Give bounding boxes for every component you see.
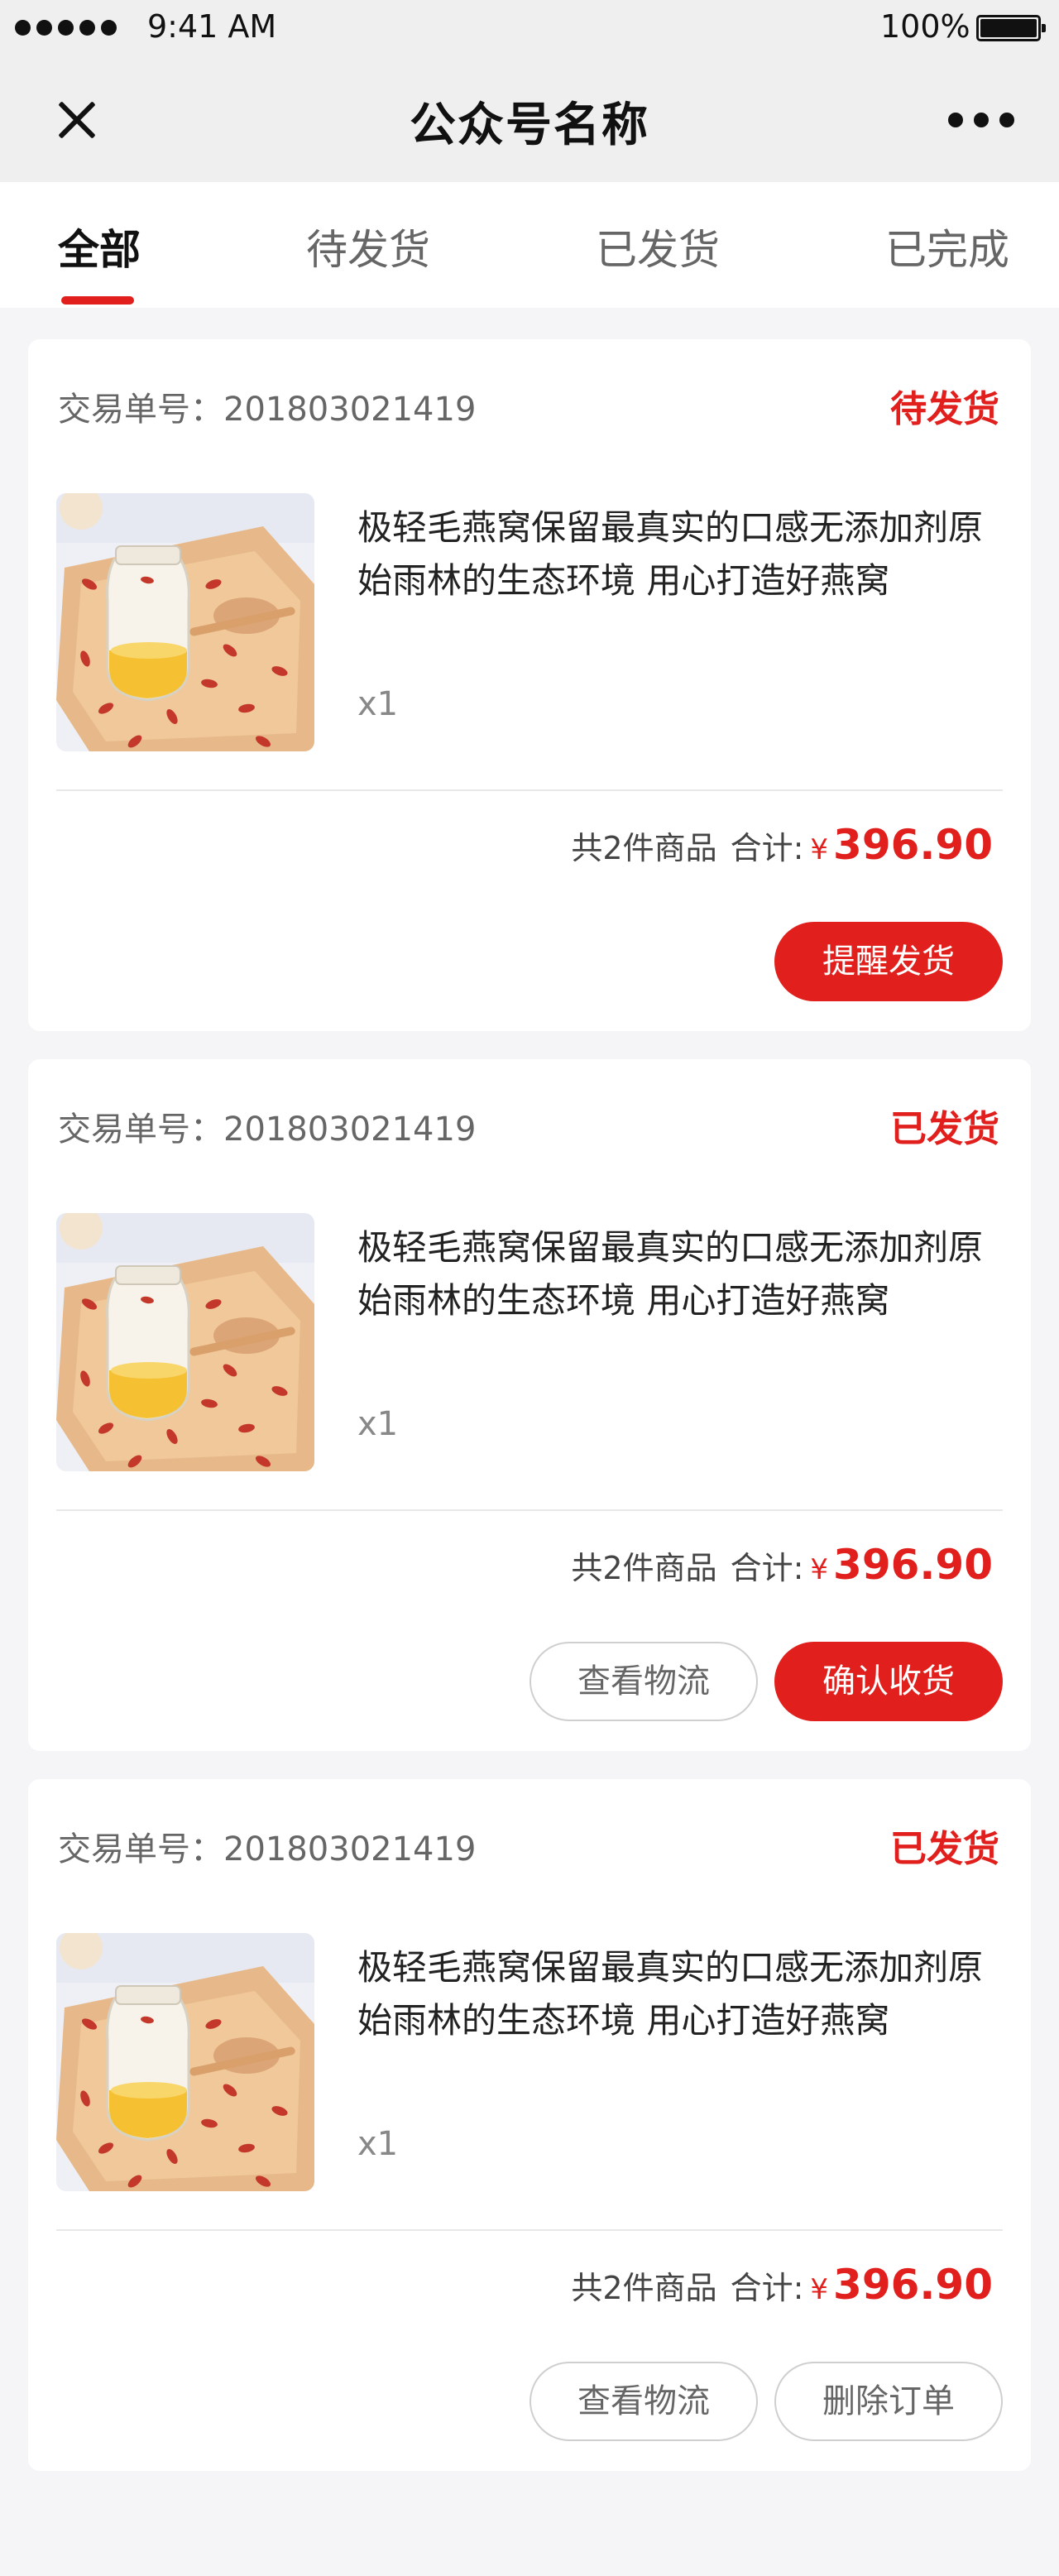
total-amount: 396.90: [833, 2261, 993, 2309]
order-tabs: 全部 待发货 已发货 已完成: [0, 182, 1059, 308]
tab-pending-shipment[interactable]: 待发货: [306, 217, 430, 276]
product-image[interactable]: [56, 493, 314, 751]
product-title[interactable]: 极轻毛燕窝保留最真实的口感无添加剂原始雨林的生态环境 用心打造好燕窝: [357, 501, 1011, 607]
product-image[interactable]: [56, 1933, 314, 2191]
order-summary: 共2件商品 合计: ¥ 396.90: [571, 1541, 993, 1589]
active-tab-indicator: [61, 296, 134, 305]
delete-order-button[interactable]: 删除订单: [774, 2362, 1003, 2441]
status-time: 9:41 AM: [147, 8, 277, 45]
confirm-receipt-button[interactable]: 确认收货: [774, 1642, 1003, 1721]
page-title: 公众号名称: [410, 98, 649, 152]
remind-shipment-button[interactable]: 提醒发货: [774, 922, 1003, 1001]
total-amount: 396.90: [833, 1541, 993, 1589]
total-amount: 396.90: [833, 821, 993, 869]
order-number: 交易单号：201803021419: [58, 1111, 477, 1149]
order-number: 交易单号：201803021419: [58, 391, 477, 429]
order-status: 待发货: [890, 388, 999, 430]
order-status: 已发货: [890, 1828, 999, 1870]
order-card[interactable]: 交易单号：201803021419 已发货 极轻毛燕窝保留最真实的口感无添加剂原…: [28, 1059, 1031, 1751]
product-quantity: x1: [357, 1405, 399, 1443]
product-title[interactable]: 极轻毛燕窝保留最真实的口感无添加剂原始雨林的生态环境 用心打造好燕窝: [357, 1941, 1011, 2047]
item-count: 共2件商品: [571, 2270, 717, 2306]
divider: [56, 789, 1003, 791]
status-bar: 9:41 AM 100%: [0, 0, 1059, 55]
currency-symbol: ¥: [810, 2273, 829, 2306]
currency-symbol: ¥: [810, 833, 829, 866]
tab-all[interactable]: 全部: [58, 217, 141, 276]
tab-shipped[interactable]: 已发货: [596, 217, 720, 276]
order-status: 已发货: [890, 1108, 999, 1150]
total-label: 合计:: [730, 1550, 804, 1586]
product-quantity: x1: [357, 685, 399, 723]
order-number: 交易单号：201803021419: [58, 1830, 477, 1868]
order-card[interactable]: 交易单号：201803021419 已发货 极轻毛燕窝保留最真实的口感无添加剂原…: [28, 1779, 1031, 2471]
battery-percentage: 100%: [880, 8, 970, 45]
nav-bar: 公众号名称: [0, 55, 1059, 182]
total-label: 合计:: [730, 830, 804, 866]
product-quantity: x1: [357, 2125, 399, 2163]
currency-symbol: ¥: [810, 1553, 829, 1586]
divider: [56, 1509, 1003, 1511]
battery-icon: [976, 15, 1046, 41]
item-count: 共2件商品: [571, 830, 717, 866]
product-title[interactable]: 极轻毛燕窝保留最真实的口感无添加剂原始雨林的生态环境 用心打造好燕窝: [357, 1221, 1011, 1327]
signal-strength-icon: [15, 20, 117, 36]
order-summary: 共2件商品 合计: ¥ 396.90: [571, 2261, 993, 2309]
view-logistics-button[interactable]: 查看物流: [530, 2362, 758, 2441]
total-label: 合计:: [730, 2270, 804, 2306]
order-summary: 共2件商品 合计: ¥ 396.90: [571, 821, 993, 869]
order-card[interactable]: 交易单号：201803021419 待发货 极轻毛燕窝保留最真实的口感无添加剂原…: [28, 339, 1031, 1031]
view-logistics-button[interactable]: 查看物流: [530, 1642, 758, 1721]
tab-completed[interactable]: 已完成: [885, 217, 1009, 276]
product-image[interactable]: [56, 1213, 314, 1471]
more-icon[interactable]: [948, 113, 1014, 129]
item-count: 共2件商品: [571, 1550, 717, 1586]
divider: [56, 2229, 1003, 2231]
